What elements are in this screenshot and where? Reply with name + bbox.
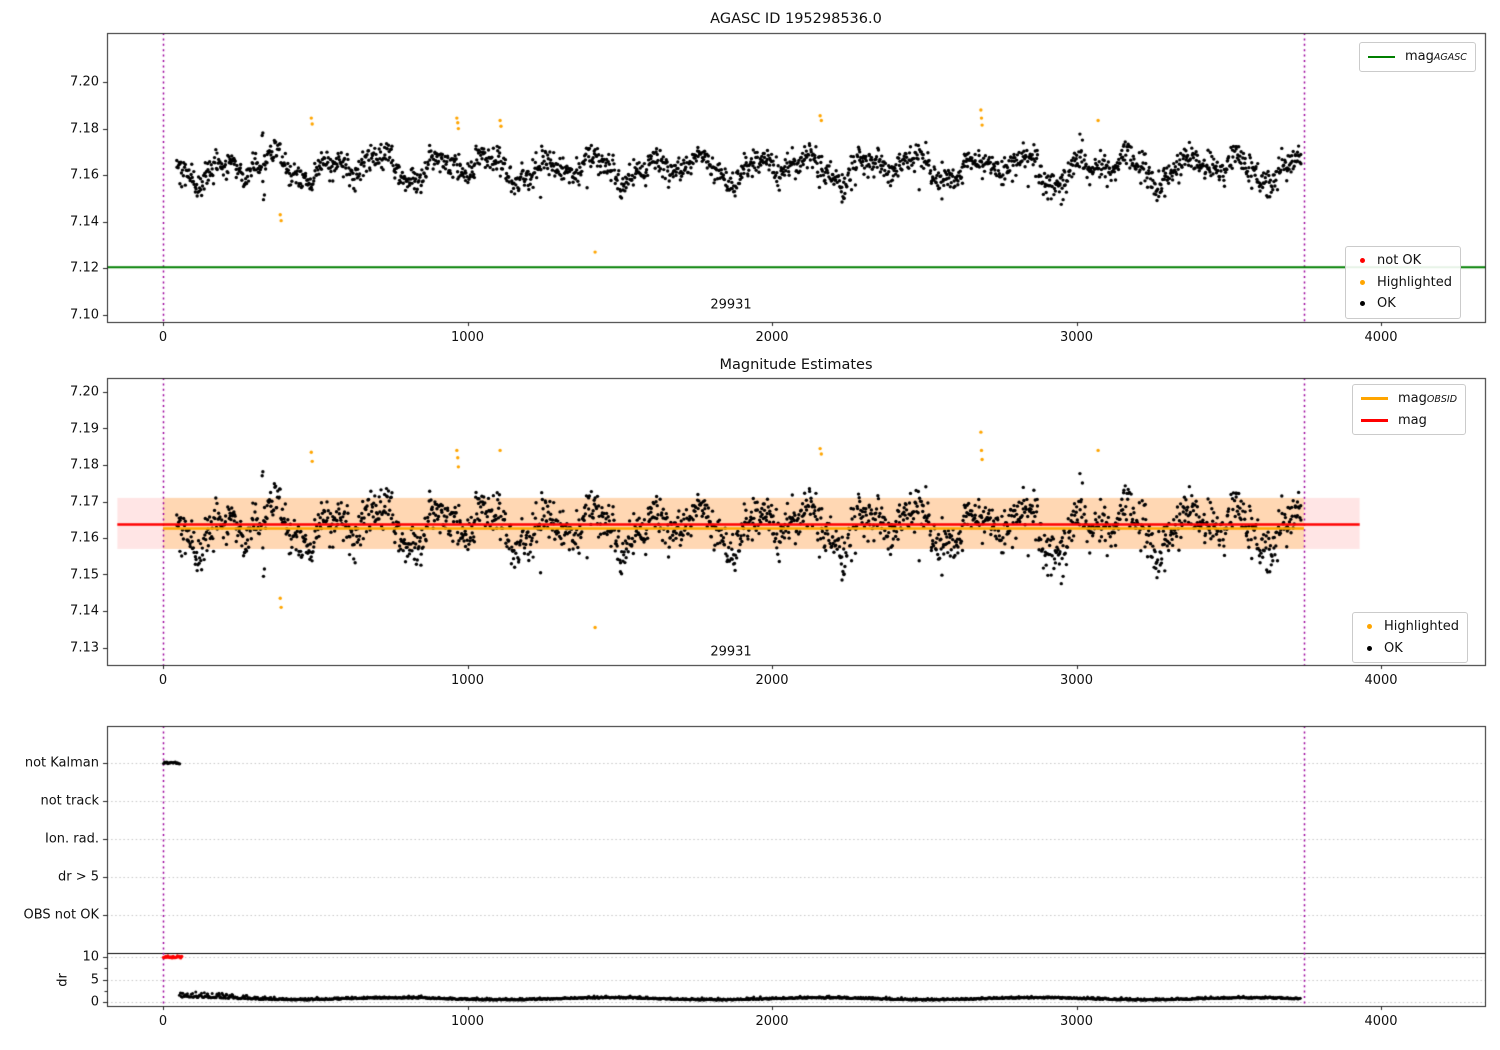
- legend-label: mag: [1398, 412, 1427, 428]
- legend-label: magAGASC: [1405, 49, 1467, 65]
- flag-row-label: not Kalman: [24, 755, 99, 771]
- plot1-title: AGASC ID 195298536.0: [710, 11, 882, 27]
- orange-dot-icon: [1367, 624, 1372, 630]
- y-tick-label: 7.17: [70, 494, 99, 509]
- orange-dot-icon: [1360, 279, 1365, 285]
- x-tick-label: 3000: [1059, 1014, 1094, 1029]
- legend-label: OK: [1384, 640, 1403, 656]
- y-tick-label: 7.19: [70, 421, 99, 436]
- black-dot-icon: [1360, 301, 1365, 307]
- red-dot-icon: [1360, 258, 1365, 264]
- y-tick-label: 7.14: [70, 214, 99, 230]
- legend-item-mag: mag: [1361, 410, 1457, 432]
- black-dot-icon: [1367, 645, 1372, 651]
- x-tick-label: 1000: [450, 673, 485, 688]
- y-tick-label: 7.20: [70, 74, 99, 90]
- plot2-legend-lines: magOBSID mag: [1352, 384, 1467, 435]
- flag-row-label: OBS not OK: [23, 907, 100, 923]
- y-tick-label: 7.18: [70, 457, 99, 473]
- legend-item-highlighted: Highlighted: [1361, 616, 1459, 638]
- plot1-legend-mag-agasc: magAGASC: [1359, 42, 1476, 72]
- legend-item-not-ok: not OK: [1354, 250, 1452, 272]
- x-tick-label: 4000: [1364, 673, 1398, 688]
- legend-label: OK: [1377, 296, 1396, 312]
- y-tick-label: 7.10: [70, 307, 99, 323]
- plot2-title: Magnitude Estimates: [719, 357, 873, 373]
- x-tick-label: 1000: [450, 330, 485, 345]
- y-tick-label: 7.18: [70, 121, 99, 137]
- y-tick-label: 7.20: [70, 384, 99, 400]
- orange-line-sample: [1361, 397, 1388, 401]
- x-tick-label: 0: [158, 330, 168, 345]
- x-tick-label: 1000: [450, 1014, 485, 1029]
- flag-row-label: Ion. rad.: [45, 831, 99, 847]
- flag-row-label: dr > 5: [57, 869, 99, 885]
- legend-item-highlighted: Highlighted: [1354, 272, 1452, 294]
- plot2-legend-markers: Highlighted OK: [1352, 612, 1468, 663]
- x-tick-label: 3000: [1059, 330, 1094, 345]
- flag-row-label: not track: [40, 793, 99, 809]
- x-tick-label: 2000: [755, 330, 789, 345]
- y-tick-label: 7.16: [70, 530, 99, 546]
- legend-item-mag-agasc: magAGASC: [1368, 46, 1467, 68]
- plot2-obsid-annotation: 29931: [710, 644, 752, 660]
- legend-item-ok: OK: [1361, 638, 1459, 660]
- dr-tick-label: 0: [90, 994, 99, 1010]
- y-tick-label: 7.12: [70, 260, 99, 276]
- legend-label: not OK: [1377, 253, 1422, 269]
- dr-tick-label: 10: [82, 949, 99, 965]
- plot3-ylabel-dr: dr: [55, 973, 71, 987]
- plot1-obsid-annotation: 29931: [710, 297, 752, 313]
- legend-label: Highlighted: [1377, 274, 1452, 290]
- dr-tick-label: 5: [90, 972, 99, 987]
- legend-label: magOBSID: [1398, 391, 1458, 407]
- figure: AGASC ID 195298536.0 Magnitude Estimates…: [0, 0, 1500, 1050]
- y-tick-label: 7.15: [70, 567, 99, 582]
- x-tick-label: 2000: [755, 673, 789, 688]
- x-tick-label: 2000: [755, 1014, 789, 1029]
- x-tick-label: 0: [158, 1014, 168, 1029]
- red-line-sample: [1361, 418, 1388, 422]
- legend-item-mag-obsid: magOBSID: [1361, 388, 1457, 410]
- green-line-sample: [1368, 55, 1395, 58]
- y-tick-label: 7.16: [70, 167, 99, 183]
- x-tick-label: 4000: [1364, 1014, 1398, 1029]
- legend-item-ok: OK: [1354, 293, 1452, 315]
- legend-label: Highlighted: [1384, 619, 1459, 635]
- plot1-legend-markers: not OK Highlighted OK: [1345, 246, 1461, 319]
- x-tick-label: 0: [158, 673, 168, 688]
- x-tick-label: 4000: [1364, 330, 1398, 345]
- y-tick-label: 7.13: [70, 640, 99, 655]
- y-tick-label: 7.14: [70, 603, 99, 619]
- x-tick-label: 3000: [1059, 673, 1094, 688]
- figure-canvas: [0, 0, 1500, 1050]
